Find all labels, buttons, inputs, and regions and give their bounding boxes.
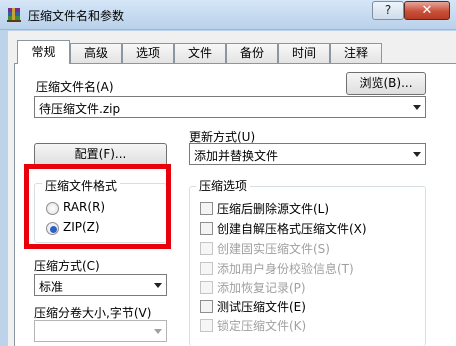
volume-size-label: 压缩分卷大小,字节(V) <box>34 306 152 320</box>
test-archive-checkbox[interactable] <box>200 300 213 313</box>
volume-size-combobox[interactable] <box>34 320 167 342</box>
archive-name-value: 待压缩文件.zip <box>39 102 121 116</box>
chevron-down-icon[interactable] <box>150 321 166 341</box>
compression-method-combobox[interactable]: 标准 <box>34 274 167 296</box>
update-mode-combobox[interactable]: 添加并替换文件 <box>189 143 426 165</box>
chevron-down-icon[interactable] <box>409 97 425 117</box>
solid-archive-checkbox[interactable] <box>200 242 213 255</box>
test-archive-label[interactable]: 测试压缩文件(E) <box>217 298 306 315</box>
tab-time[interactable]: 时间 <box>278 43 330 63</box>
create-sfx-checkbox[interactable] <box>200 222 213 235</box>
recovery-record-checkbox[interactable] <box>200 281 213 294</box>
tab-backup[interactable]: 备份 <box>226 43 278 63</box>
recovery-record-label[interactable]: 添加恢复记录(P) <box>217 279 306 296</box>
chevron-down-icon[interactable] <box>150 275 166 295</box>
lock-archive-checkbox[interactable] <box>200 319 213 332</box>
close-button[interactable]: ✕ <box>404 1 450 20</box>
help-button[interactable]: ? <box>372 1 404 20</box>
delete-source-label[interactable]: 压缩后删除源文件(L) <box>217 200 329 217</box>
browse-button[interactable]: 浏览(B)... <box>346 72 426 95</box>
archive-name-combobox[interactable]: 待压缩文件.zip <box>34 96 426 118</box>
red-highlight-annotation <box>24 164 171 249</box>
compression-options-title: 压缩选项 <box>196 177 251 194</box>
delete-source-checkbox[interactable] <box>200 202 213 215</box>
add-authenticity-checkbox[interactable] <box>200 262 213 275</box>
tab-advanced[interactable]: 高级 <box>70 43 122 63</box>
tab-options[interactable]: 选项 <box>122 43 174 63</box>
update-mode-value: 添加并替换文件 <box>194 149 279 163</box>
compression-method-label: 压缩方式(C) <box>34 259 100 273</box>
tab-general[interactable]: 常规 <box>17 40 70 64</box>
tab-files[interactable]: 文件 <box>174 43 226 63</box>
profiles-button[interactable]: 配置(F)... <box>34 143 167 166</box>
add-authenticity-label[interactable]: 添加用户身份校验信息(T) <box>217 260 354 277</box>
tab-comment[interactable]: 注释 <box>330 43 382 63</box>
create-sfx-label[interactable]: 创建自解压格式压缩文件(X) <box>217 220 367 237</box>
window-title: 压缩文件名和参数 <box>28 9 125 23</box>
solid-archive-label[interactable]: 创建固实压缩文件(S) <box>217 240 330 257</box>
lock-archive-label[interactable]: 锁定压缩文件(K) <box>217 317 306 334</box>
archive-name-label: 压缩文件名(A) <box>36 80 114 94</box>
chevron-down-icon[interactable] <box>409 144 425 164</box>
compression-method-value: 标准 <box>39 280 64 294</box>
winrar-app-icon <box>6 7 22 23</box>
